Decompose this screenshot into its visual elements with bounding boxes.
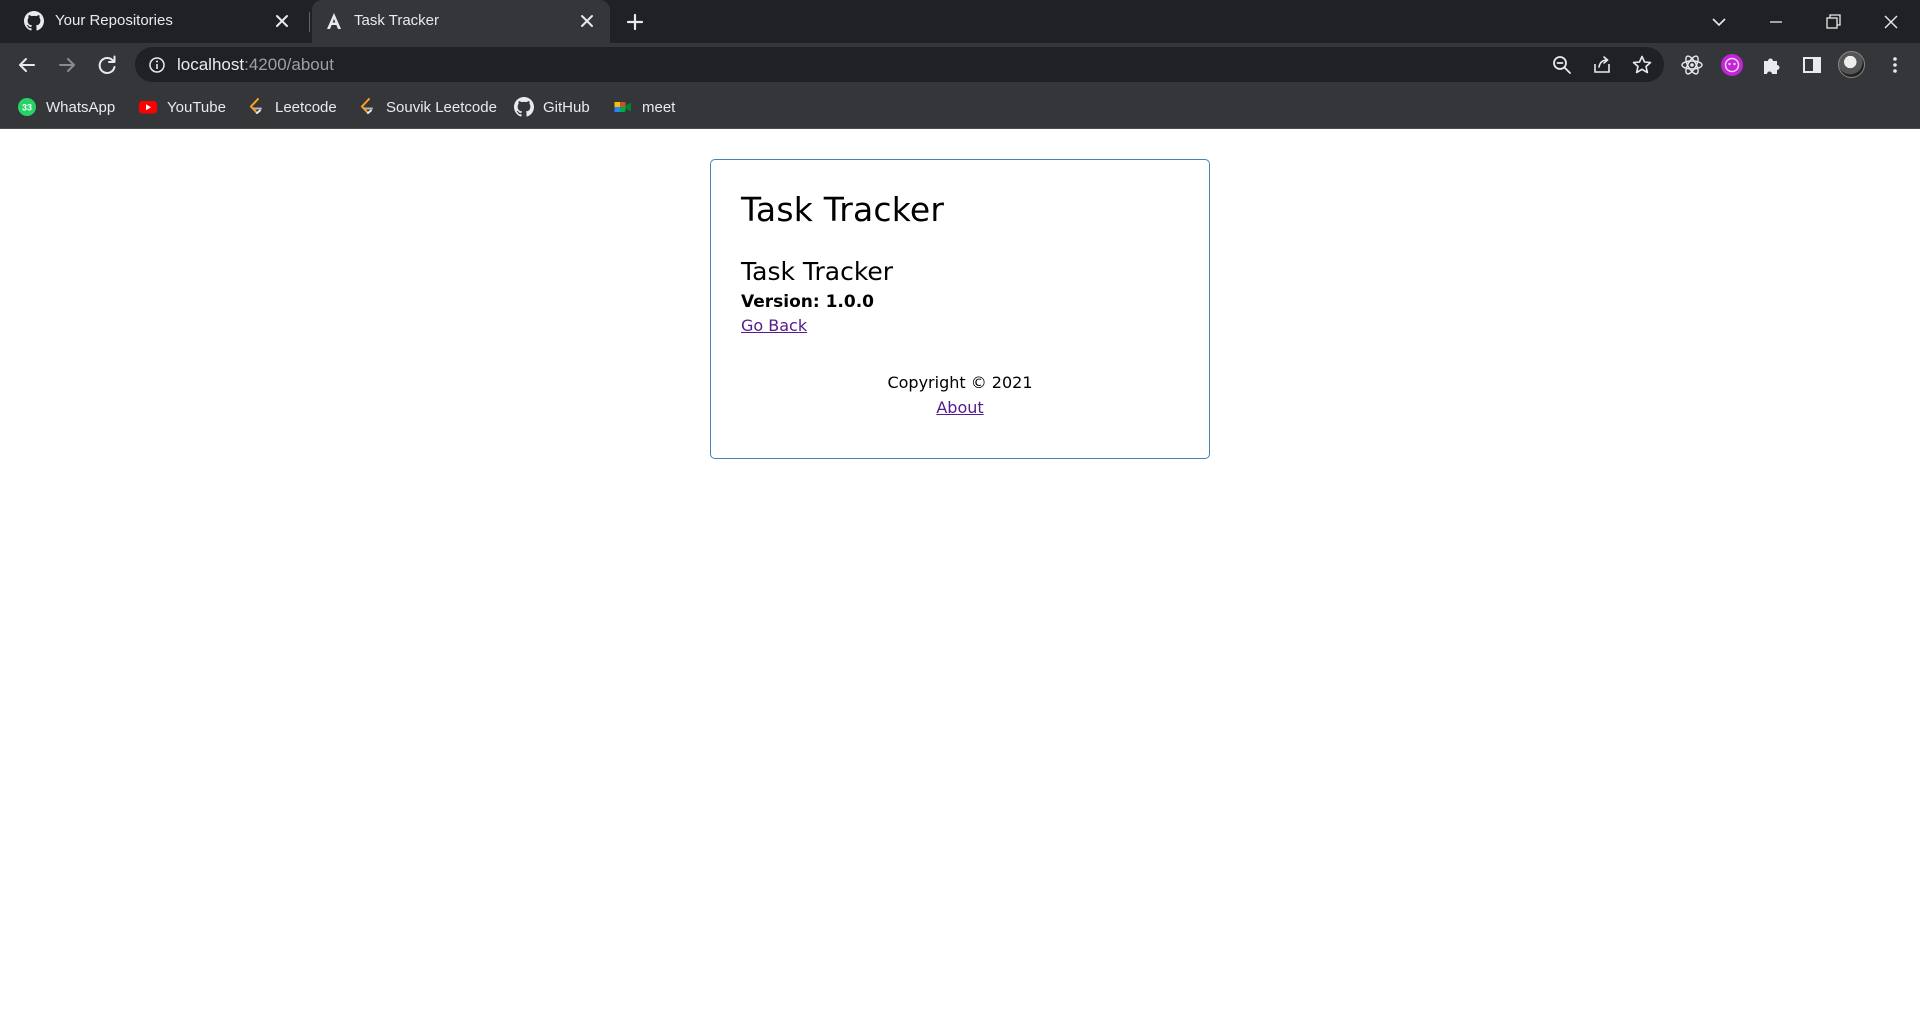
restore-icon[interactable] — [1819, 8, 1847, 36]
share-icon[interactable] — [1590, 53, 1614, 77]
bookmark-star-icon[interactable] — [1630, 53, 1654, 77]
youtube-icon — [139, 101, 157, 114]
google-meet-icon — [614, 102, 631, 112]
tab-strip: Your Repositories Task Tracker — [0, 0, 1920, 43]
bookmark-souvik-leetcode[interactable]: Souvik Leetcode — [357, 96, 497, 118]
bookmark-label: YouTube — [167, 98, 226, 116]
app-container: Task Tracker Task Tracker Version: 1.0.0… — [710, 159, 1210, 459]
zoom-icon[interactable] — [1550, 53, 1574, 77]
copyright-text: Copyright © 2021 — [887, 372, 1033, 392]
footer: Copyright © 2021 About — [741, 370, 1179, 420]
bookmark-youtube[interactable]: YouTube — [138, 96, 226, 118]
leetcode-icon — [249, 98, 262, 114]
bookmark-label: WhatsApp — [46, 98, 116, 116]
whatsapp-badge: 33 — [22, 103, 32, 113]
close-icon[interactable] — [271, 10, 293, 32]
site-info-icon[interactable] — [147, 55, 167, 75]
menu-kebab-icon[interactable] — [1881, 51, 1909, 79]
angular-icon — [327, 13, 341, 29]
profile-avatar[interactable] — [1838, 51, 1865, 78]
tab-title: Task Tracker — [354, 12, 440, 29]
url-host: localhost — [177, 55, 245, 74]
window-close-icon[interactable] — [1877, 8, 1905, 36]
bookmark-label: GitHub — [543, 98, 590, 116]
bookmarks-bar: 33 WhatsApp YouTube Leetcode Souvik Leet… — [0, 86, 1920, 129]
new-tab-icon[interactable] — [622, 9, 648, 35]
react-devtools-icon[interactable] — [1678, 51, 1706, 79]
whatsapp-icon: 33 — [18, 98, 36, 116]
minimize-icon[interactable] — [1762, 8, 1790, 36]
github-icon — [514, 97, 534, 117]
leetcode-icon — [360, 98, 373, 114]
forward-arrow-icon[interactable] — [53, 51, 81, 79]
address-bar[interactable]: localhost:4200/about — [135, 47, 1664, 82]
about-title: Task Tracker — [741, 256, 894, 286]
tab-search-chevron-down-icon[interactable] — [1705, 8, 1733, 36]
url-path: :4200/about — [244, 55, 334, 74]
extensions-puzzle-icon[interactable] — [1758, 51, 1786, 79]
bookmark-github[interactable]: GitHub — [514, 96, 590, 118]
browser-toolbar: localhost:4200/about — [0, 43, 1920, 86]
go-back-link[interactable]: Go Back — [741, 316, 807, 335]
extension-purple-icon[interactable] — [1718, 51, 1746, 79]
tab-title: Your Repositories — [55, 12, 173, 29]
tab-separator — [309, 12, 310, 32]
tab-your-repositories[interactable]: Your Repositories — [0, 0, 305, 43]
about-link[interactable]: About — [936, 398, 983, 417]
version-text: Version: 1.0.0 — [741, 292, 874, 313]
url-text[interactable]: localhost:4200/about — [177, 55, 334, 75]
bookmark-label: Leetcode — [275, 98, 337, 116]
back-arrow-icon[interactable] — [13, 51, 41, 79]
bookmark-whatsapp[interactable]: 33 WhatsApp — [17, 96, 115, 118]
github-icon — [24, 11, 44, 31]
bookmark-meet[interactable]: meet — [613, 96, 675, 118]
close-icon[interactable] — [576, 10, 598, 32]
bookmark-label: Souvik Leetcode — [386, 98, 497, 116]
reload-icon[interactable] — [93, 51, 121, 79]
bookmark-leetcode[interactable]: Leetcode — [246, 96, 337, 118]
header-title: Task Tracker — [741, 190, 945, 229]
side-panel-icon[interactable] — [1798, 51, 1826, 79]
bookmark-label: meet — [642, 98, 676, 116]
tab-task-tracker[interactable]: Task Tracker — [312, 0, 610, 43]
